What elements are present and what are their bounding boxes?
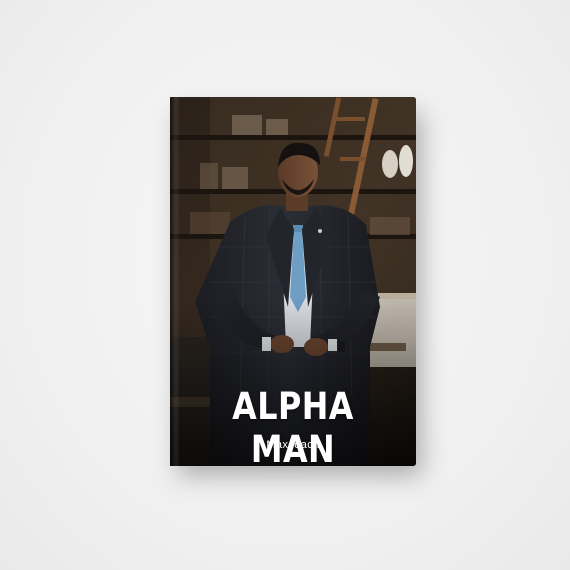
product-stage: ALPHA MAN Maxcoach	[0, 0, 570, 570]
book-author: Maxcoach	[266, 439, 320, 451]
book-title: ALPHA MAN	[232, 385, 354, 466]
book-cover: ALPHA MAN Maxcoach	[170, 97, 416, 466]
spine-shade	[170, 97, 180, 466]
